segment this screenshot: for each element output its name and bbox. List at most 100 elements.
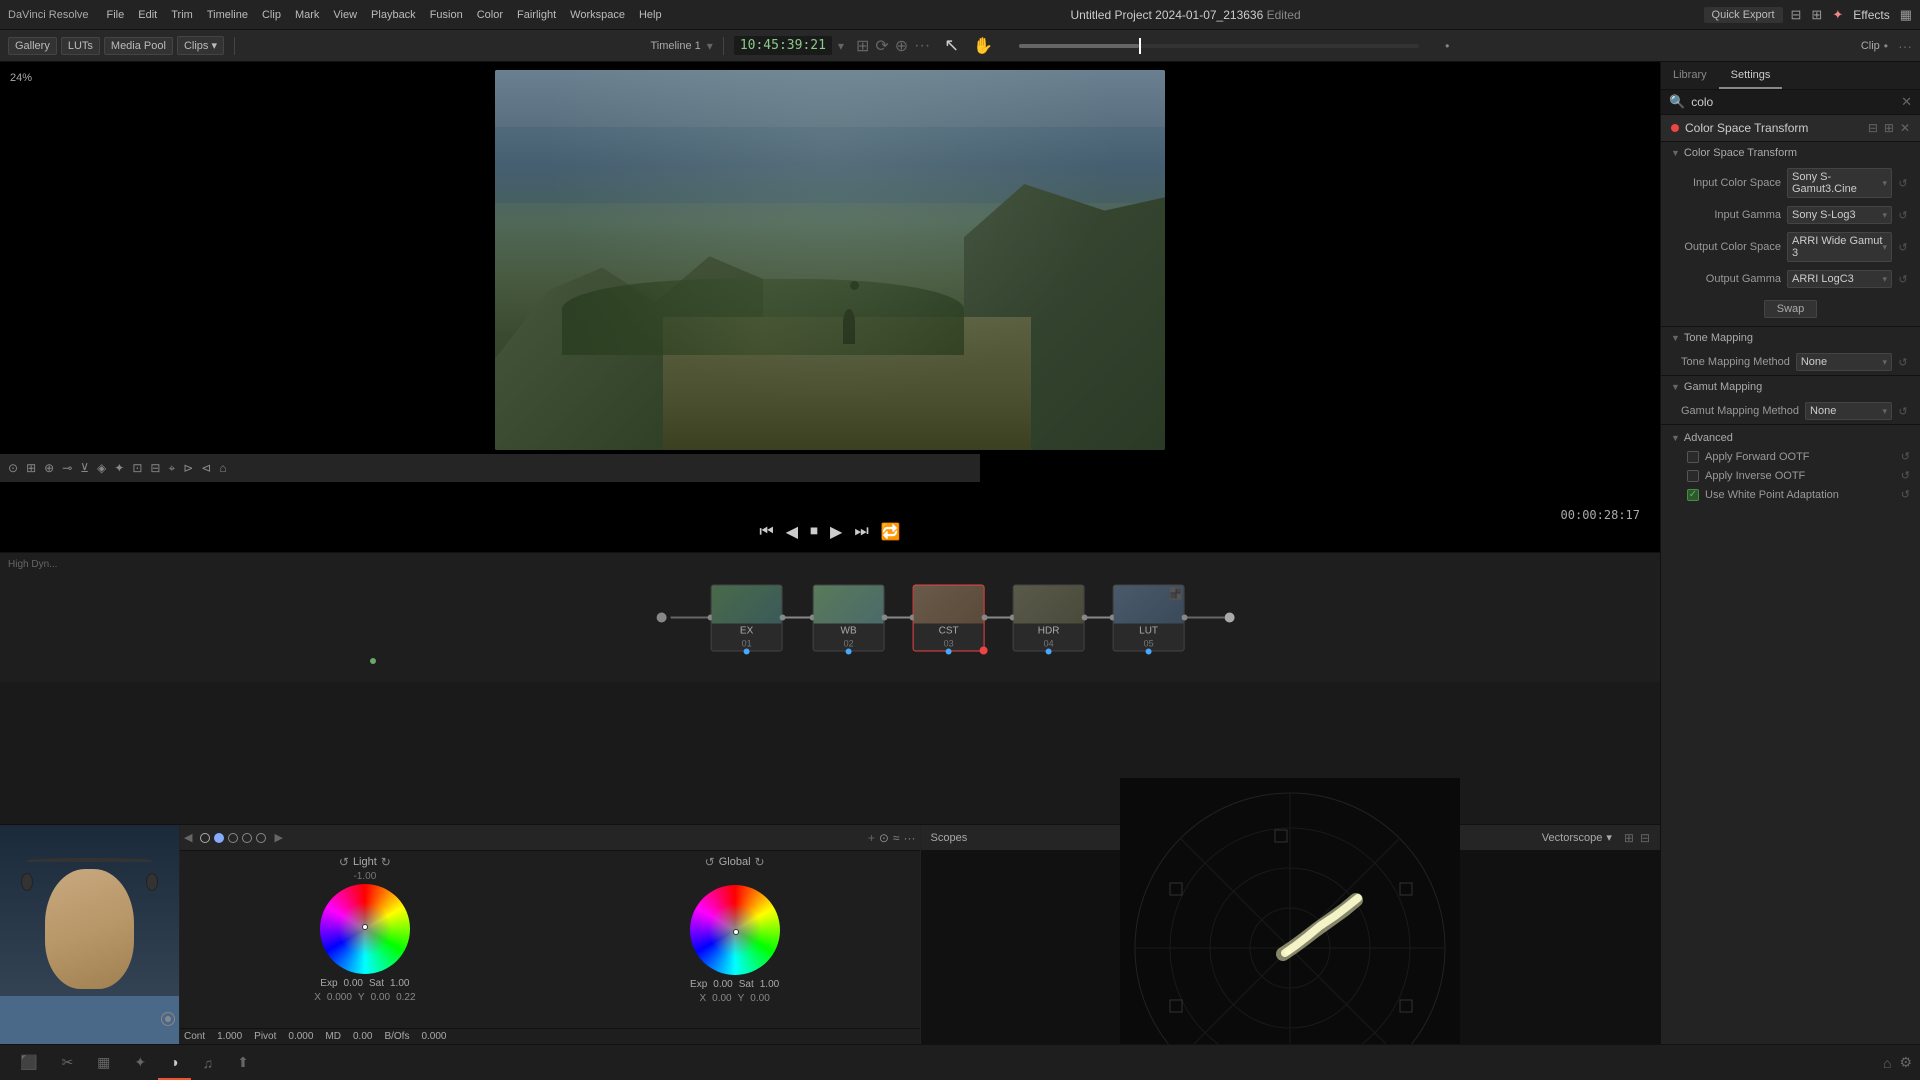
- global-sat-value[interactable]: 1.00: [760, 979, 779, 990]
- global-reset-icon[interactable]: ↺: [705, 855, 715, 869]
- more-btn[interactable]: ···: [904, 831, 916, 845]
- ws-tab-cut[interactable]: ✂: [49, 1045, 85, 1080]
- toolbar-timecode[interactable]: 10:45:39:21: [734, 36, 832, 55]
- input-cs-dropdown[interactable]: Sony S-Gamut3.Cine ▾: [1787, 168, 1892, 198]
- clips-button[interactable]: Clips ▾: [177, 36, 224, 55]
- ws-tab-color[interactable]: ◑: [158, 1045, 190, 1080]
- light-x-val[interactable]: 0.000: [327, 992, 352, 1003]
- color-dot-3[interactable]: [228, 833, 238, 843]
- light-sat-value[interactable]: 1.00: [390, 978, 409, 989]
- ws-tab-media[interactable]: ⬛: [8, 1045, 49, 1080]
- menu-mark[interactable]: Mark: [289, 7, 325, 23]
- step-back-button[interactable]: ◀: [786, 522, 798, 542]
- color-tool-1[interactable]: ⊙: [8, 461, 18, 475]
- effect-copy-icon[interactable]: ⊞: [1884, 121, 1894, 135]
- add-btn[interactable]: +: [868, 831, 875, 845]
- global-x-val[interactable]: 0.00: [712, 993, 731, 1004]
- bofs-value[interactable]: 0.000: [421, 1031, 446, 1042]
- timeline-icon[interactable]: ⊟: [1791, 7, 1802, 23]
- gamut-mapping-header[interactable]: ▼ Gamut Mapping: [1661, 376, 1920, 398]
- go-to-end-button[interactable]: ⏭: [854, 523, 868, 541]
- use-white-point-reset[interactable]: ↺: [1901, 488, 1910, 501]
- color-tool-2[interactable]: ⊞: [26, 461, 36, 475]
- light-reset-icon[interactable]: ↺: [339, 855, 349, 869]
- use-white-point-checkbox[interactable]: ✓: [1687, 489, 1699, 501]
- pivot-value[interactable]: 0.000: [288, 1031, 313, 1042]
- global-y-val[interactable]: 0.00: [750, 993, 769, 1004]
- cursor-tool[interactable]: ↖: [944, 35, 959, 56]
- color-dot-2[interactable]: [214, 833, 224, 843]
- color-tool-13[interactable]: ⌂: [219, 461, 226, 475]
- color-dot-1[interactable]: [200, 833, 210, 843]
- ws-tab-edit[interactable]: ▦: [85, 1045, 122, 1080]
- apply-inverse-ootf-checkbox[interactable]: [1687, 470, 1699, 482]
- node-ex[interactable]: EX 01: [711, 584, 783, 651]
- search-clear-button[interactable]: ✕: [1901, 94, 1912, 110]
- media-pool-button[interactable]: Media Pool: [104, 37, 173, 55]
- global-exp-value[interactable]: 0.00: [713, 979, 732, 990]
- menu-trim[interactable]: Trim: [165, 7, 199, 23]
- scopes-layout-icon[interactable]: ⊞: [1624, 831, 1634, 845]
- menu-help[interactable]: Help: [633, 7, 668, 23]
- menu-timeline[interactable]: Timeline: [201, 7, 254, 23]
- color-tool-11[interactable]: ⊳: [183, 461, 193, 475]
- color-tool-9[interactable]: ⊟: [150, 461, 160, 475]
- light-exp-value[interactable]: 0.00: [344, 978, 363, 989]
- toolbar-icon-1[interactable]: ⊞: [856, 36, 869, 56]
- gamut-mapping-reset[interactable]: ↺: [1896, 404, 1910, 418]
- menu-fairlight[interactable]: Fairlight: [511, 7, 562, 23]
- effects-icon[interactable]: ✦: [1832, 7, 1843, 23]
- toolbar-icon-4[interactable]: ···: [914, 37, 930, 55]
- scopes-type-selector[interactable]: Vectorscope ▾: [1542, 831, 1612, 844]
- color-dot-4[interactable]: [242, 833, 252, 843]
- output-cs-reset[interactable]: ↺: [1896, 240, 1910, 254]
- tone-mapping-reset[interactable]: ↺: [1896, 355, 1910, 369]
- go-to-start-button[interactable]: ⏮: [759, 523, 773, 541]
- menu-edit[interactable]: Edit: [132, 7, 163, 23]
- color-dot-5[interactable]: [256, 833, 266, 843]
- menu-playback[interactable]: Playback: [365, 7, 422, 23]
- quick-export-button[interactable]: Quick Export: [1704, 7, 1783, 23]
- lightbox-icon[interactable]: ▦: [1900, 7, 1912, 23]
- node-lut[interactable]: LUT 05: [1113, 584, 1185, 651]
- search-input[interactable]: [1691, 95, 1895, 109]
- menu-clip[interactable]: Clip: [256, 7, 287, 23]
- swap-button[interactable]: Swap: [1764, 300, 1818, 318]
- apply-inverse-ootf-reset[interactable]: ↺: [1901, 469, 1910, 482]
- light-z-val[interactable]: 0.22: [396, 992, 415, 1003]
- sync-btn[interactable]: ⊙: [879, 831, 889, 845]
- global-color-wheel[interactable]: [690, 885, 780, 975]
- effect-close-icon[interactable]: ✕: [1900, 121, 1910, 135]
- color-next-arrow[interactable]: ▶: [274, 831, 282, 844]
- color-tool-8[interactable]: ⊡: [132, 461, 142, 475]
- luts-button[interactable]: LUTs: [61, 37, 100, 55]
- color-tool-12[interactable]: ⊲: [201, 461, 211, 475]
- input-gamma-reset[interactable]: ↺: [1896, 208, 1910, 222]
- toolbar-icon-2[interactable]: ⟳: [875, 36, 888, 56]
- play-button[interactable]: ▶: [830, 522, 842, 542]
- cst-section-header[interactable]: ▼ Color Space Transform: [1661, 142, 1920, 164]
- ws-tab-fairlight[interactable]: ♫: [191, 1045, 226, 1080]
- color-tool-7[interactable]: ✦: [114, 461, 124, 475]
- advanced-header[interactable]: ▼ Advanced: [1671, 429, 1910, 447]
- tone-mapping-method-dropdown[interactable]: None ▾: [1796, 353, 1892, 371]
- nodes-icon[interactable]: ⊞: [1811, 7, 1822, 23]
- node-hdr[interactable]: HDR 04: [1013, 584, 1085, 651]
- timeline-scrubber[interactable]: [1019, 44, 1419, 48]
- ws-tab-fusion[interactable]: ✦: [122, 1045, 158, 1080]
- cont-value[interactable]: 1.000: [217, 1031, 242, 1042]
- library-tab[interactable]: Library: [1661, 62, 1719, 89]
- ws-home-icon[interactable]: ⌂: [1883, 1055, 1891, 1071]
- light-y-val[interactable]: 0.00: [371, 992, 390, 1003]
- gamut-mapping-method-dropdown[interactable]: None ▾: [1805, 402, 1892, 420]
- output-gamma-reset[interactable]: ↺: [1896, 272, 1910, 286]
- color-tool-4[interactable]: ⊸: [62, 461, 72, 475]
- color-tool-6[interactable]: ◈: [97, 461, 106, 475]
- menu-workspace[interactable]: Workspace: [564, 7, 631, 23]
- node-wb[interactable]: WB 02: [813, 584, 885, 651]
- light-set-icon[interactable]: ↻: [381, 855, 391, 869]
- color-prev-arrow[interactable]: ◀: [184, 831, 192, 844]
- effect-settings-icon[interactable]: ⊟: [1868, 121, 1878, 135]
- color-tool-10[interactable]: ⌖: [168, 461, 175, 476]
- gallery-button[interactable]: Gallery: [8, 37, 57, 55]
